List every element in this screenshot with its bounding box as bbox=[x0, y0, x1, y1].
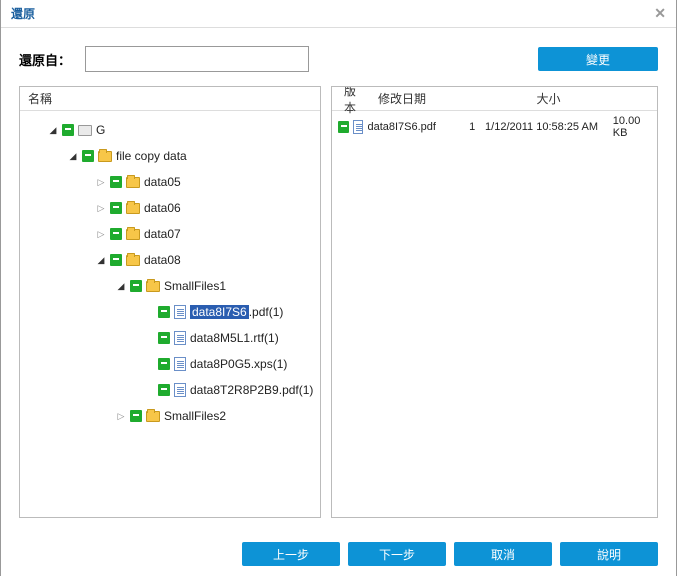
change-button[interactable]: 變更 bbox=[538, 47, 658, 71]
tree-item-label: data06 bbox=[144, 201, 181, 215]
file-icon bbox=[174, 383, 186, 397]
file-icon bbox=[174, 357, 186, 371]
checkbox-icon[interactable] bbox=[110, 202, 122, 214]
file-icon bbox=[353, 120, 364, 134]
file-panel: 版本 修改日期 大小 data8I7S6.pdf 1 1/12/2011 10:58… bbox=[331, 86, 658, 518]
checkbox-icon[interactable] bbox=[130, 410, 142, 422]
col-size: 大小 bbox=[440, 90, 657, 107]
tree-item-label: data07 bbox=[144, 227, 181, 241]
tree-row[interactable]: ◢data8M5L1.rtf(1) bbox=[24, 325, 320, 351]
file-header: 版本 修改日期 大小 bbox=[332, 87, 657, 111]
checkbox-icon[interactable] bbox=[158, 384, 170, 396]
collapse-icon[interactable]: ◢ bbox=[48, 125, 58, 135]
tree-row[interactable]: ◢ SmallFiles1 bbox=[24, 273, 320, 299]
col-name: 名稱 bbox=[20, 90, 320, 107]
tree-item-label: data8I7S6.pdf(1) bbox=[190, 305, 283, 319]
tree-row[interactable]: ▷ data07 bbox=[24, 221, 320, 247]
tree-header: 名稱 bbox=[20, 87, 320, 111]
expand-icon[interactable]: ▷ bbox=[96, 203, 106, 213]
tree-row[interactable]: ◢ data08 bbox=[24, 247, 320, 273]
col-version: 版本 bbox=[336, 86, 370, 116]
tree-row[interactable]: ▷ SmallFiles2 bbox=[24, 403, 320, 429]
tree[interactable]: ◢G◢file copy data▷data05▷data06▷data07◢d… bbox=[20, 111, 320, 435]
titlebar: 還原 ✕ bbox=[1, 0, 676, 28]
tree-item-label: data05 bbox=[144, 175, 181, 189]
help-button[interactable]: 說明 bbox=[560, 542, 658, 566]
tree-row[interactable]: ◢data8I7S6.pdf(1) bbox=[24, 299, 320, 325]
file-icon bbox=[174, 305, 186, 319]
tree-item-label: G bbox=[96, 123, 105, 137]
checkbox-icon[interactable] bbox=[110, 228, 122, 240]
file-size: 10.00 KB bbox=[613, 115, 657, 139]
folder-icon bbox=[126, 229, 140, 240]
restore-dialog: 還原 ✕ 還原自： 變更 名稱 ◢G◢file copy data▷data05… bbox=[0, 0, 677, 576]
folder-icon bbox=[126, 177, 140, 188]
folder-icon bbox=[126, 255, 140, 266]
tree-item-label: data08 bbox=[144, 253, 181, 267]
tree-item-label: data8M5L1.rtf(1) bbox=[190, 331, 279, 345]
checkbox-icon[interactable] bbox=[82, 150, 94, 162]
expand-icon[interactable]: ▷ bbox=[96, 177, 106, 187]
back-button[interactable]: 上一步 bbox=[242, 542, 340, 566]
tree-item-label: SmallFiles1 bbox=[164, 279, 226, 293]
col-modified: 修改日期 bbox=[370, 90, 440, 107]
tree-row[interactable]: ◢G bbox=[24, 117, 320, 143]
tree-item-label: data8P0G5.xps(1) bbox=[190, 357, 287, 371]
folder-icon bbox=[98, 151, 112, 162]
tree-panel: 名稱 ◢G◢file copy data▷data05▷data06▷data0… bbox=[19, 86, 321, 518]
tree-row[interactable]: ▷ data06 bbox=[24, 195, 320, 221]
checkbox-icon[interactable] bbox=[158, 306, 170, 318]
tree-item-label: file copy data bbox=[116, 149, 187, 163]
panels: 名稱 ◢G◢file copy data▷data05▷data06▷data0… bbox=[1, 86, 676, 518]
footer: 上一步 下一步 取消 說明 bbox=[1, 532, 676, 576]
restore-from-label: 還原自： bbox=[19, 50, 75, 69]
checkbox-icon[interactable] bbox=[158, 358, 170, 370]
folder-icon bbox=[146, 281, 160, 292]
checkbox-icon[interactable] bbox=[158, 332, 170, 344]
checkbox-icon[interactable] bbox=[62, 124, 74, 136]
file-name: data8I7S6.pdf bbox=[367, 121, 459, 133]
expand-icon[interactable]: ▷ bbox=[96, 229, 106, 239]
tree-row[interactable]: ◢ file copy data bbox=[24, 143, 320, 169]
drive-icon bbox=[78, 125, 92, 136]
next-button[interactable]: 下一步 bbox=[348, 542, 446, 566]
file-icon bbox=[174, 331, 186, 345]
restore-from-input[interactable] bbox=[85, 46, 309, 72]
cancel-button[interactable]: 取消 bbox=[454, 542, 552, 566]
close-icon[interactable]: ✕ bbox=[654, 5, 666, 22]
tree-item-label: SmallFiles2 bbox=[164, 409, 226, 423]
checkbox-icon[interactable] bbox=[130, 280, 142, 292]
folder-icon bbox=[126, 203, 140, 214]
collapse-icon[interactable]: ◢ bbox=[68, 151, 78, 161]
tree-row[interactable]: ◢data8P0G5.xps(1) bbox=[24, 351, 320, 377]
tree-row[interactable]: ◢data8T2R8P2B9.pdf(1) bbox=[24, 377, 320, 403]
expand-icon[interactable]: ▷ bbox=[116, 411, 126, 421]
collapse-icon[interactable]: ◢ bbox=[116, 281, 126, 291]
tree-row[interactable]: ▷ data05 bbox=[24, 169, 320, 195]
checkbox-icon[interactable] bbox=[110, 254, 122, 266]
folder-icon bbox=[146, 411, 160, 422]
dialog-title: 還原 bbox=[11, 5, 35, 22]
collapse-icon[interactable]: ◢ bbox=[96, 255, 106, 265]
file-row[interactable]: data8I7S6.pdf 1 1/12/2011 10:58:25 AM 10.00… bbox=[332, 115, 657, 139]
file-date: 1/12/2011 10:58:25 AM bbox=[485, 121, 609, 133]
restore-from-row: 還原自： 變更 bbox=[1, 28, 676, 86]
checkbox-icon[interactable] bbox=[110, 176, 122, 188]
tree-item-label: data8T2R8P2B9.pdf(1) bbox=[190, 383, 313, 397]
checkbox-icon[interactable] bbox=[338, 121, 349, 133]
file-list[interactable]: data8I7S6.pdf 1 1/12/2011 10:58:25 AM 10.00… bbox=[332, 111, 657, 143]
file-version: 1 bbox=[463, 121, 481, 133]
